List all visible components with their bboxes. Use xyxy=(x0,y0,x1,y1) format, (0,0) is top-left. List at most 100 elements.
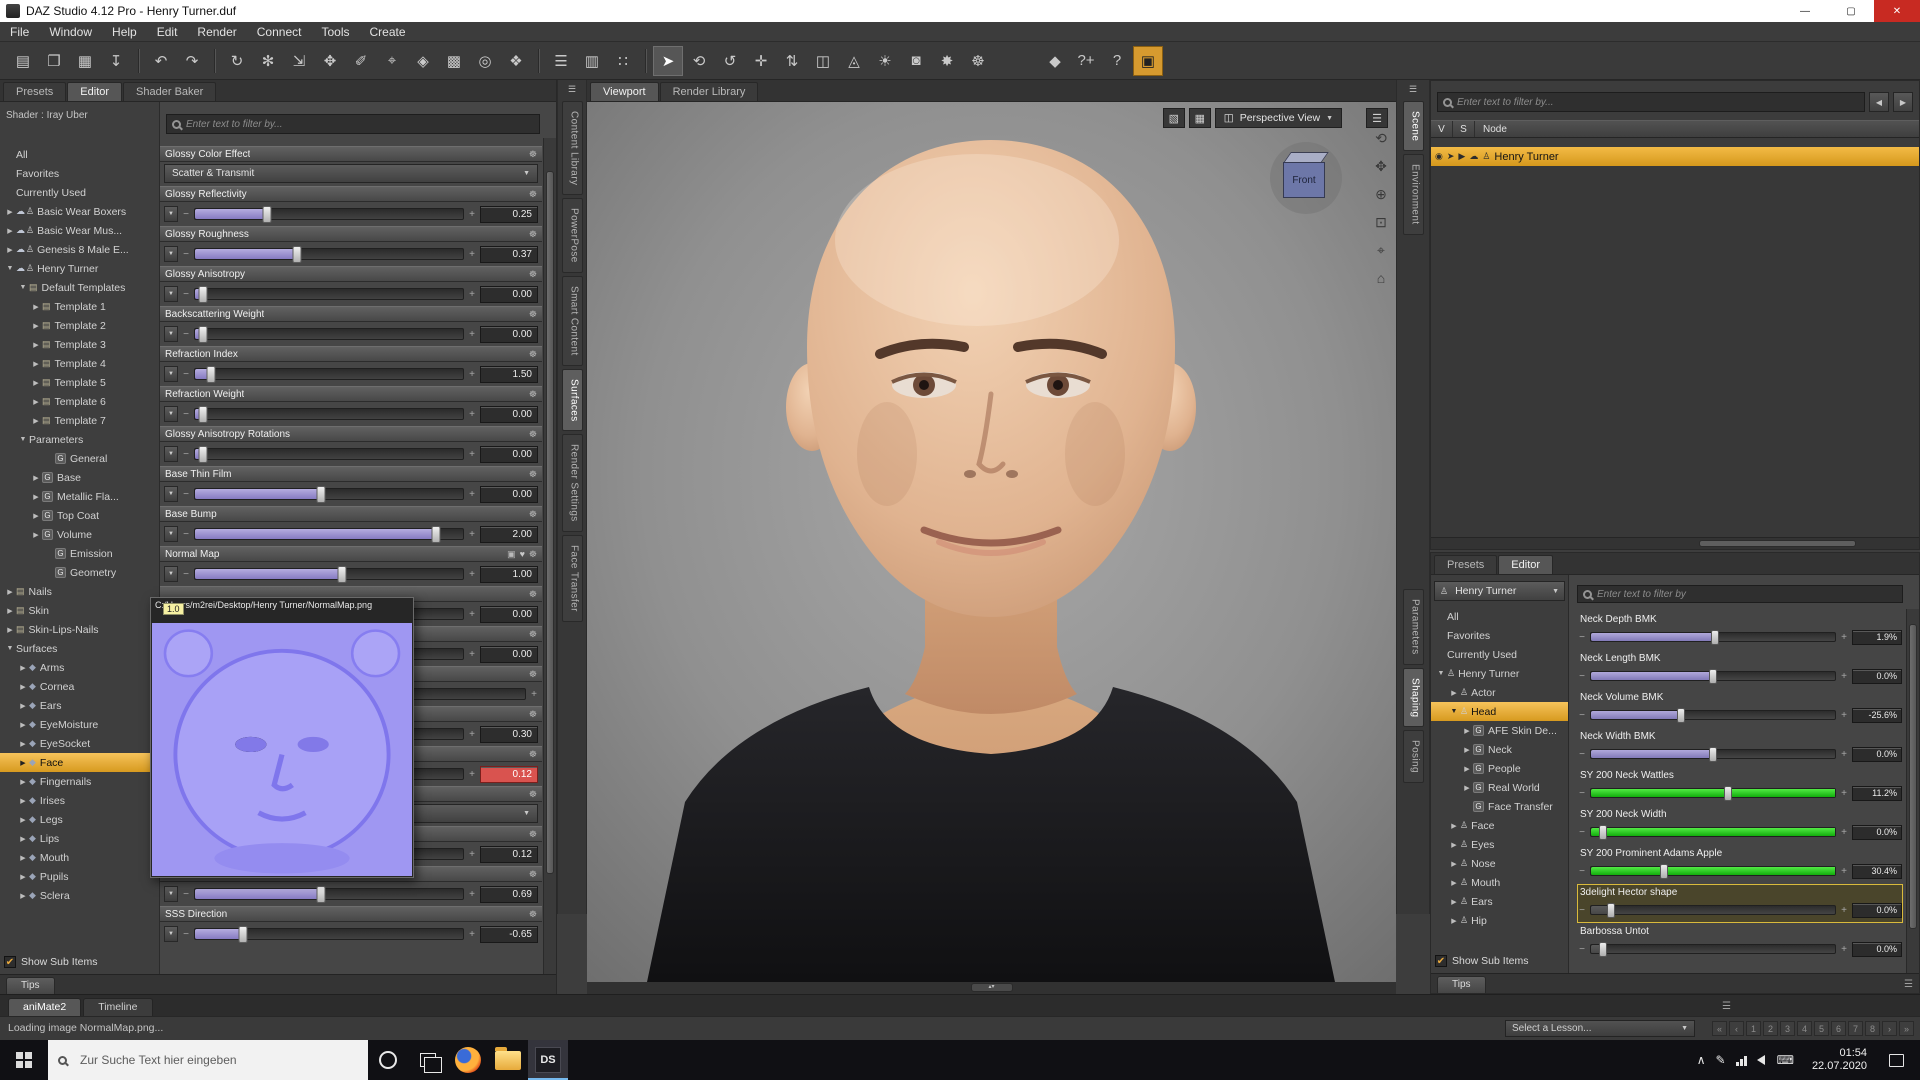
surface-list-item-ears[interactable]: ▶◆Ears xyxy=(0,696,159,715)
node-connector-tool-button[interactable]: ❖ xyxy=(501,46,531,76)
pager-prev-button[interactable]: ‹ xyxy=(1729,1021,1744,1036)
slider-track[interactable] xyxy=(194,888,464,900)
checkbox-icon[interactable]: ✔ xyxy=(1435,955,1447,967)
parameter-value[interactable]: 0.12 xyxy=(480,766,538,783)
slider-track[interactable] xyxy=(1590,632,1836,642)
slider-thumb[interactable] xyxy=(199,326,208,343)
daz-studio-taskbar-button[interactable]: DS xyxy=(528,1040,568,1080)
viewport-aspect-toggle[interactable]: ▦ xyxy=(1189,108,1211,128)
settings-gear-icon[interactable]: ☸ xyxy=(529,509,537,520)
help-button[interactable]: ? xyxy=(1102,46,1132,76)
settings-gear-icon[interactable]: ☸ xyxy=(529,309,537,320)
tips-menu-icon[interactable]: ☰ xyxy=(1904,979,1913,993)
expand-right-icon[interactable]: ▶ xyxy=(4,246,16,254)
slider-thumb[interactable] xyxy=(1607,903,1615,918)
twist-tool-button[interactable]: ✻ xyxy=(253,46,283,76)
slider-increment-button[interactable]: + xyxy=(468,489,476,500)
side-tab-powerpose[interactable]: PowerPose xyxy=(562,198,583,273)
slider-options-button[interactable]: ▼ xyxy=(164,526,178,542)
camera-tool-button[interactable]: ◙ xyxy=(901,46,931,76)
tips-tab[interactable]: Tips xyxy=(1437,976,1486,993)
tab-presets[interactable]: Presets xyxy=(1434,555,1497,574)
slider-thumb[interactable] xyxy=(1709,747,1717,762)
figure-selector-dropdown[interactable]: ♙ Henry Turner ▼ xyxy=(1434,581,1565,601)
orbit-view-button[interactable]: ⟲ xyxy=(1371,128,1391,148)
surface-list-item-currently-used[interactable]: Currently Used xyxy=(0,183,159,202)
expand-right-icon[interactable]: ▶ xyxy=(1448,917,1460,925)
save-file-button[interactable]: ▦ xyxy=(70,46,100,76)
parameter-value[interactable]: 0.00 xyxy=(480,646,538,663)
surface-list-item-template-3[interactable]: ▶▤Template 3 xyxy=(0,335,159,354)
menu-item-file[interactable]: File xyxy=(0,23,39,41)
rotate-tool-button[interactable]: ↻ xyxy=(222,46,252,76)
parameter-value[interactable]: 0.37 xyxy=(480,246,538,263)
slider-thumb[interactable] xyxy=(316,486,325,503)
pager-page-button[interactable]: 5 xyxy=(1814,1021,1829,1036)
settings-gear-icon[interactable]: ☸ xyxy=(529,749,537,760)
pager-first-button[interactable]: « xyxy=(1712,1021,1727,1036)
expand-down-icon[interactable]: ▼ xyxy=(4,265,16,272)
surface-list-item-favorites[interactable]: Favorites xyxy=(0,164,159,183)
slider-increment-button[interactable]: + xyxy=(468,449,476,460)
pan-view-tool-button[interactable]: ✛ xyxy=(746,46,776,76)
pager-page-button[interactable]: 6 xyxy=(1831,1021,1846,1036)
slider-increment-button[interactable]: + xyxy=(468,409,476,420)
tab-presets[interactable]: Presets xyxy=(3,82,66,101)
slider-increment-button[interactable]: + xyxy=(468,369,476,380)
slider-decrement-button[interactable]: − xyxy=(1578,905,1586,916)
surface-filter-input[interactable] xyxy=(186,119,534,130)
slider-track[interactable] xyxy=(194,528,464,540)
slider-thumb[interactable] xyxy=(338,566,347,583)
parameter-value[interactable]: 0.00 xyxy=(480,286,538,303)
expand-right-icon[interactable]: ▶ xyxy=(30,303,42,311)
surface-list-item-template-6[interactable]: ▶▤Template 6 xyxy=(0,392,159,411)
settings-gear-icon[interactable]: ☸ xyxy=(529,789,537,800)
expand-right-icon[interactable]: ▶ xyxy=(4,208,16,216)
surface-list-item-default-templates[interactable]: ▼▤Default Templates xyxy=(0,278,159,297)
scene-horizontal-scrollbar[interactable] xyxy=(1431,537,1919,549)
slider-decrement-button[interactable]: − xyxy=(182,209,190,220)
slider-track[interactable] xyxy=(1590,827,1836,837)
expand-right-icon[interactable]: ▶ xyxy=(17,778,29,786)
menu-item-render[interactable]: Render xyxy=(187,23,246,41)
slider-increment-button[interactable]: + xyxy=(1840,944,1848,955)
shaping-list-item-currently-used[interactable]: Currently Used xyxy=(1431,645,1568,664)
surface-list-item-eyesocket[interactable]: ▶◆EyeSocket xyxy=(0,734,159,753)
slider-options-button[interactable]: ▼ xyxy=(164,206,178,222)
slider-increment-button[interactable]: + xyxy=(468,529,476,540)
close-button[interactable]: ✕ xyxy=(1874,0,1920,22)
slider-thumb[interactable] xyxy=(1677,708,1685,723)
shaping-filter-input[interactable] xyxy=(1597,589,1897,600)
surface-list-item-cornea[interactable]: ▶◆Cornea xyxy=(0,677,159,696)
shaping-list-item-nose[interactable]: ▶♙Nose xyxy=(1431,854,1568,873)
shaping-list-item-afe-skin-de[interactable]: ▶GAFE Skin De... xyxy=(1431,721,1568,740)
slider-track[interactable] xyxy=(194,928,464,940)
render-settings-tool-button[interactable]: ☸ xyxy=(963,46,993,76)
surface-list-item-lips[interactable]: ▶◆Lips xyxy=(0,829,159,848)
slider-track[interactable] xyxy=(194,408,464,420)
surface-list-item-arms[interactable]: ▶◆Arms xyxy=(0,658,159,677)
expand-right-icon[interactable]: ▶ xyxy=(1448,689,1460,697)
side-tab-render-settings[interactable]: Render Settings xyxy=(562,434,583,532)
region-navigator-tool-button[interactable]: ▩ xyxy=(439,46,469,76)
firefox-taskbar-button[interactable] xyxy=(448,1040,488,1080)
expand-right-icon[interactable]: ▶ xyxy=(17,702,29,710)
slider-track[interactable] xyxy=(194,488,464,500)
surface-list-item-irises[interactable]: ▶◆Irises xyxy=(0,791,159,810)
camera-view-dropdown[interactable]: ◫ Perspective View ▼ xyxy=(1215,108,1342,128)
perspective-tool-button[interactable]: ◬ xyxy=(839,46,869,76)
expand-right-icon[interactable]: ▶ xyxy=(17,892,29,900)
explorer-taskbar-button[interactable] xyxy=(488,1040,528,1080)
maximize-button[interactable]: ▢ xyxy=(1828,0,1874,22)
slider-increment-button[interactable]: + xyxy=(468,249,476,260)
pager-page-button[interactable]: 8 xyxy=(1865,1021,1880,1036)
cortana-button[interactable] xyxy=(368,1040,408,1080)
dolly-view-tool-button[interactable]: ⇅ xyxy=(777,46,807,76)
favorite-icon[interactable]: ♥ xyxy=(520,549,525,560)
settings-gear-icon[interactable]: ☸ xyxy=(529,909,537,920)
expand-right-icon[interactable]: ▶ xyxy=(1461,784,1473,792)
parameters-scrollbar[interactable] xyxy=(543,138,556,974)
morph-value[interactable]: 30.4% xyxy=(1852,864,1902,879)
shaping-list-item-head[interactable]: ▼♙Head xyxy=(1431,702,1568,721)
parameter-value[interactable]: 0.30 xyxy=(480,726,538,743)
